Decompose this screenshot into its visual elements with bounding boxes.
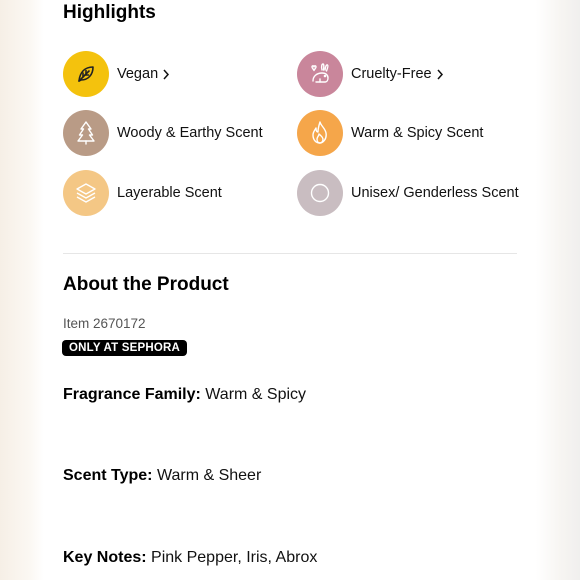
cruelty-free-badge (297, 51, 343, 97)
highlight-woody-earthy: Woody & Earthy Scent (63, 110, 263, 156)
key-notes-detail: Key Notes: Pink Pepper, Iris, Abrox (63, 549, 317, 567)
highlight-label: Unisex/ Genderless Scent (351, 185, 519, 201)
flame-icon (312, 121, 327, 144)
warm-spicy-badge (297, 110, 343, 156)
highlights-heading: Highlights (63, 2, 156, 23)
item-number: Item 2670172 (63, 316, 146, 331)
chevron-right-icon (162, 69, 170, 80)
chevron-right-icon (436, 69, 444, 80)
detail-value: Pink Pepper, Iris, Abrox (151, 549, 318, 566)
about-heading: About the Product (63, 274, 229, 295)
scent-type-detail: Scent Type: Warm & Sheer (63, 467, 261, 485)
highlight-cruelty-free[interactable]: Cruelty-Free (297, 51, 444, 97)
section-divider (63, 253, 517, 254)
detail-label: Key Notes: (63, 549, 147, 566)
detail-value: Warm & Spicy (205, 386, 307, 403)
leaf-icon (78, 66, 94, 82)
vegan-badge (63, 51, 109, 97)
detail-value: Warm & Sheer (156, 467, 262, 484)
highlight-layerable: Layerable Scent (63, 170, 222, 216)
woody-earthy-badge (63, 110, 109, 156)
layerable-badge (63, 170, 109, 216)
detail-label: Fragrance Family: (63, 386, 201, 403)
highlight-label: Layerable Scent (117, 185, 222, 201)
tree-icon (77, 121, 95, 145)
highlight-vegan[interactable]: Vegan (63, 51, 170, 97)
bunny-heart-icon (311, 63, 329, 83)
highlight-label: Cruelty-Free (351, 66, 432, 82)
highlight-warm-spicy: Warm & Spicy Scent (297, 110, 483, 156)
fragrance-family-detail: Fragrance Family: Warm & Spicy (63, 386, 306, 404)
exclusive-badge: ONLY AT SEPHORA (62, 340, 187, 356)
highlight-label: Woody & Earthy Scent (117, 125, 263, 141)
layers-icon (76, 183, 96, 203)
highlight-label: Vegan (117, 66, 159, 82)
detail-label: Scent Type: (63, 467, 153, 484)
highlight-unisex: Unisex/ Genderless Scent (297, 170, 519, 216)
unisex-badge (297, 170, 343, 216)
circle-icon (310, 183, 330, 203)
highlight-label: Warm & Spicy Scent (351, 125, 484, 141)
